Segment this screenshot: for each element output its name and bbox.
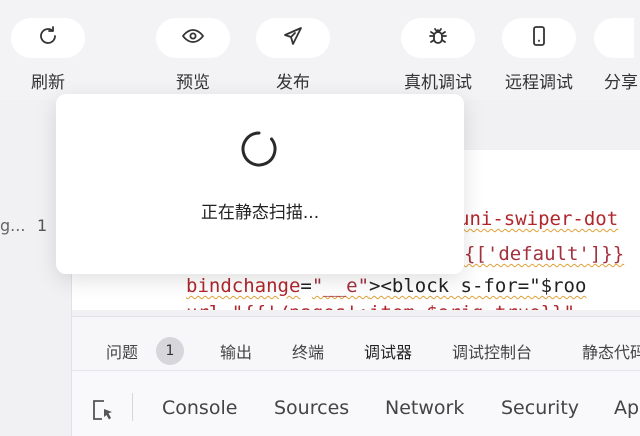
real-device-debug-label: 真机调试 [404, 73, 472, 93]
devtools-tabs: Console Sources Network Security Ap [72, 373, 640, 436]
scan-status-text: 正在静态扫描... [200, 203, 320, 223]
refresh-button[interactable]: 刷新 [3, 18, 93, 93]
refresh-icon [36, 24, 60, 52]
code-block-tag: ><block s-for="$roo [369, 275, 587, 297]
real-device-debug-button[interactable]: 真机调试 [393, 18, 483, 93]
code-line-2-tail: {['default']}} [464, 243, 625, 265]
tab-security[interactable]: Security [501, 397, 579, 419]
code-line-1-tail: uni-swiper-dot [458, 208, 619, 230]
tab-more[interactable]: Ap [614, 397, 640, 419]
phone-icon [527, 24, 551, 52]
preview-pill[interactable] [156, 18, 230, 58]
publish-pill[interactable] [256, 18, 330, 58]
tab-sources[interactable]: Sources [274, 397, 349, 419]
panel-tabs: 问题 1 输出 终端 调试器 调试控制台 静态代码 [72, 317, 640, 377]
share-pill[interactable] [594, 18, 634, 58]
remote-debug-button[interactable]: 远程调试 [494, 18, 584, 93]
loading-spinner-icon [240, 130, 278, 168]
tab-console[interactable]: Console [162, 397, 237, 419]
ide-window: 刷新 预览 发布 真机调试 远程调试 分享 g... 1 uni-swiper-… [0, 0, 640, 436]
tab-network[interactable]: Network [385, 397, 464, 419]
problem-item-label: g... [0, 216, 26, 235]
preview-button[interactable]: 预览 [148, 18, 238, 93]
tab-terminal[interactable]: 终端 [292, 339, 324, 363]
bug-icon [426, 24, 450, 52]
refresh-label: 刷新 [31, 73, 65, 93]
preview-label: 预览 [176, 73, 210, 93]
tab-debugger[interactable]: 调试器 [364, 339, 413, 377]
tab-problems[interactable]: 问题 [106, 339, 138, 363]
eye-icon [181, 24, 205, 52]
share-button[interactable]: 分享 [594, 18, 640, 93]
real-device-debug-pill[interactable] [401, 18, 475, 58]
bottom-panel: 问题 1 输出 终端 调试器 调试控制台 静态代码 Console Source… [72, 316, 640, 436]
top-toolbar: 刷新 预览 发布 真机调试 远程调试 分享 [0, 0, 640, 100]
code-line-3: bindchange="__e"><block s-for="$roo [186, 275, 587, 297]
problem-list-item[interactable]: g... 1 [0, 216, 47, 235]
problem-item-count: 1 [37, 216, 48, 235]
refresh-pill[interactable] [11, 18, 85, 58]
publish-label: 发布 [276, 73, 310, 93]
problems-count-badge: 1 [156, 337, 184, 365]
remote-debug-label: 远程调试 [505, 73, 573, 93]
toolbar-divider [132, 393, 133, 421]
tab-output[interactable]: 输出 [220, 339, 252, 363]
remote-debug-pill[interactable] [502, 18, 576, 58]
code-attr-value: "__e" [311, 275, 370, 297]
send-icon [281, 24, 305, 52]
tab-static-code[interactable]: 静态代码 [582, 339, 640, 363]
static-scan-dialog: 正在静态扫描... [56, 94, 464, 274]
inspect-element-icon[interactable] [90, 397, 116, 423]
share-label: 分享 [604, 73, 638, 93]
code-line-4: url="{{'/pages':item.$orig.true}}" [186, 302, 575, 310]
publish-button[interactable]: 发布 [248, 18, 338, 93]
code-attr-name: bindchange [186, 275, 301, 297]
tab-debug-console[interactable]: 调试控制台 [452, 339, 532, 363]
